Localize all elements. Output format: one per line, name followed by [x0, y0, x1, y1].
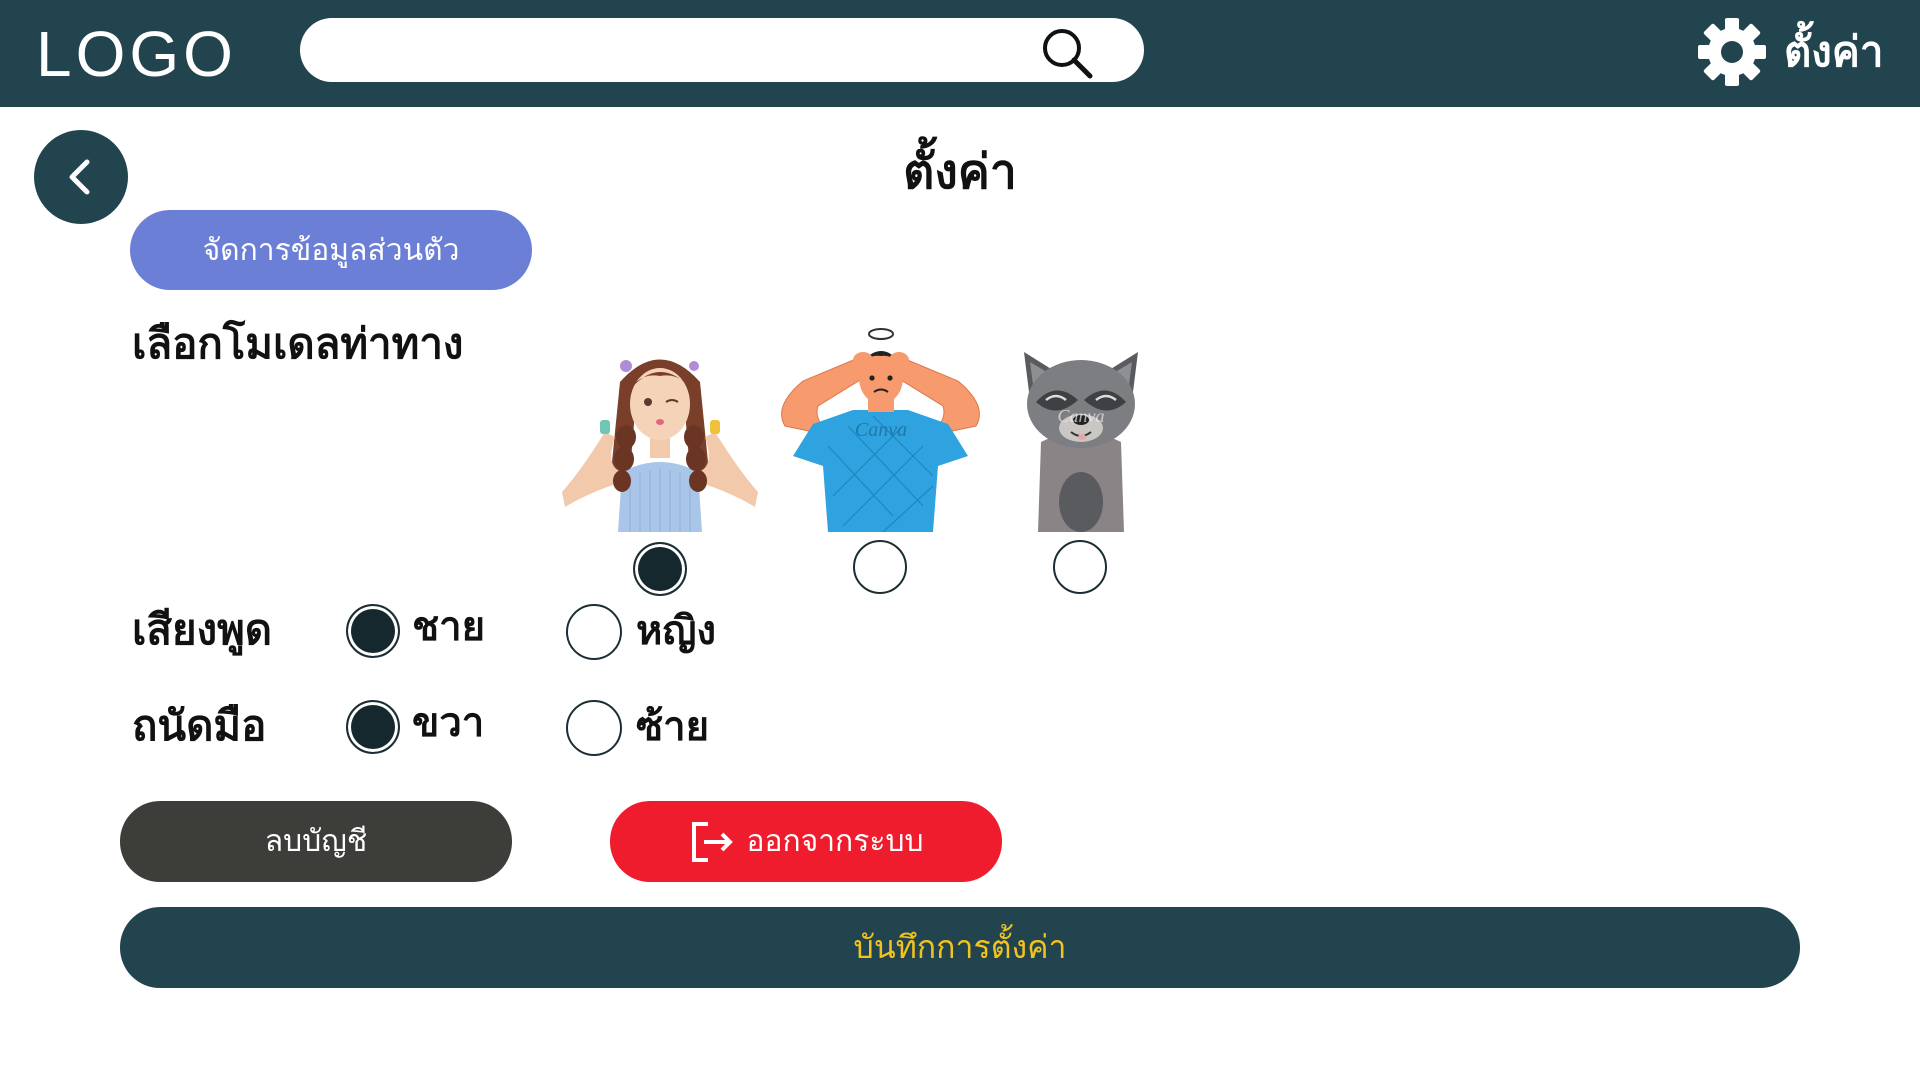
search-input[interactable]: [330, 28, 1034, 74]
chevron-left-icon: [69, 159, 90, 195]
canva-watermark: Canva: [855, 419, 907, 441]
logout-icon: [692, 821, 734, 862]
settings-link[interactable]: ตั้งค่า: [1696, 14, 1906, 90]
save-settings-button[interactable]: บันทึกการตั้งค่า: [120, 907, 1800, 988]
model-radio-raccoon[interactable]: [1053, 540, 1107, 594]
delete-account-button[interactable]: ลบบัญชี: [120, 801, 512, 882]
manage-profile-button[interactable]: จัดการข้อมูลส่วนตัว: [130, 210, 532, 290]
hand-option-left[interactable]: ซ้าย: [636, 702, 709, 752]
voice-label: เสียงพูด: [132, 605, 273, 654]
raccoon-character-image[interactable]: Canva: [1016, 342, 1146, 532]
gear-icon: [1698, 18, 1766, 86]
top-bar: LOGO ตั้งค่า: [0, 0, 1920, 107]
model-radio-boy[interactable]: [853, 540, 907, 594]
hand-radio-left[interactable]: [566, 700, 622, 756]
model-radio-girl[interactable]: [633, 542, 687, 596]
search-bar[interactable]: [300, 18, 1144, 82]
delete-account-label: ลบบัญชี: [264, 825, 368, 858]
girl-character-image[interactable]: [560, 342, 760, 532]
voice-option-female[interactable]: หญิง: [636, 606, 716, 656]
back-button[interactable]: [34, 130, 128, 224]
voice-radio-male[interactable]: [346, 604, 400, 658]
logout-button[interactable]: ออกจากระบบ: [610, 801, 1002, 882]
save-settings-label: บันทึกการตั้งค่า: [853, 929, 1067, 965]
voice-radio-female[interactable]: [566, 604, 622, 660]
logout-label: ออกจากระบบ: [746, 825, 924, 858]
canva-watermark: Canva: [1058, 406, 1105, 426]
voice-option-male[interactable]: ชาย: [412, 602, 485, 652]
page-title: ตั้งค่า: [903, 144, 1017, 200]
hand-option-right[interactable]: ขวา: [412, 698, 484, 748]
model-label: เลือกโมเดลท่าทาง: [132, 319, 464, 368]
logo[interactable]: LOGO: [36, 18, 237, 90]
boy-character-image[interactable]: Canva: [773, 326, 988, 532]
settings-label: ตั้งค่า: [1784, 27, 1884, 76]
hand-radio-right[interactable]: [346, 700, 400, 754]
handedness-label: ถนัดมือ: [132, 701, 267, 750]
search-icon[interactable]: [1038, 24, 1096, 82]
